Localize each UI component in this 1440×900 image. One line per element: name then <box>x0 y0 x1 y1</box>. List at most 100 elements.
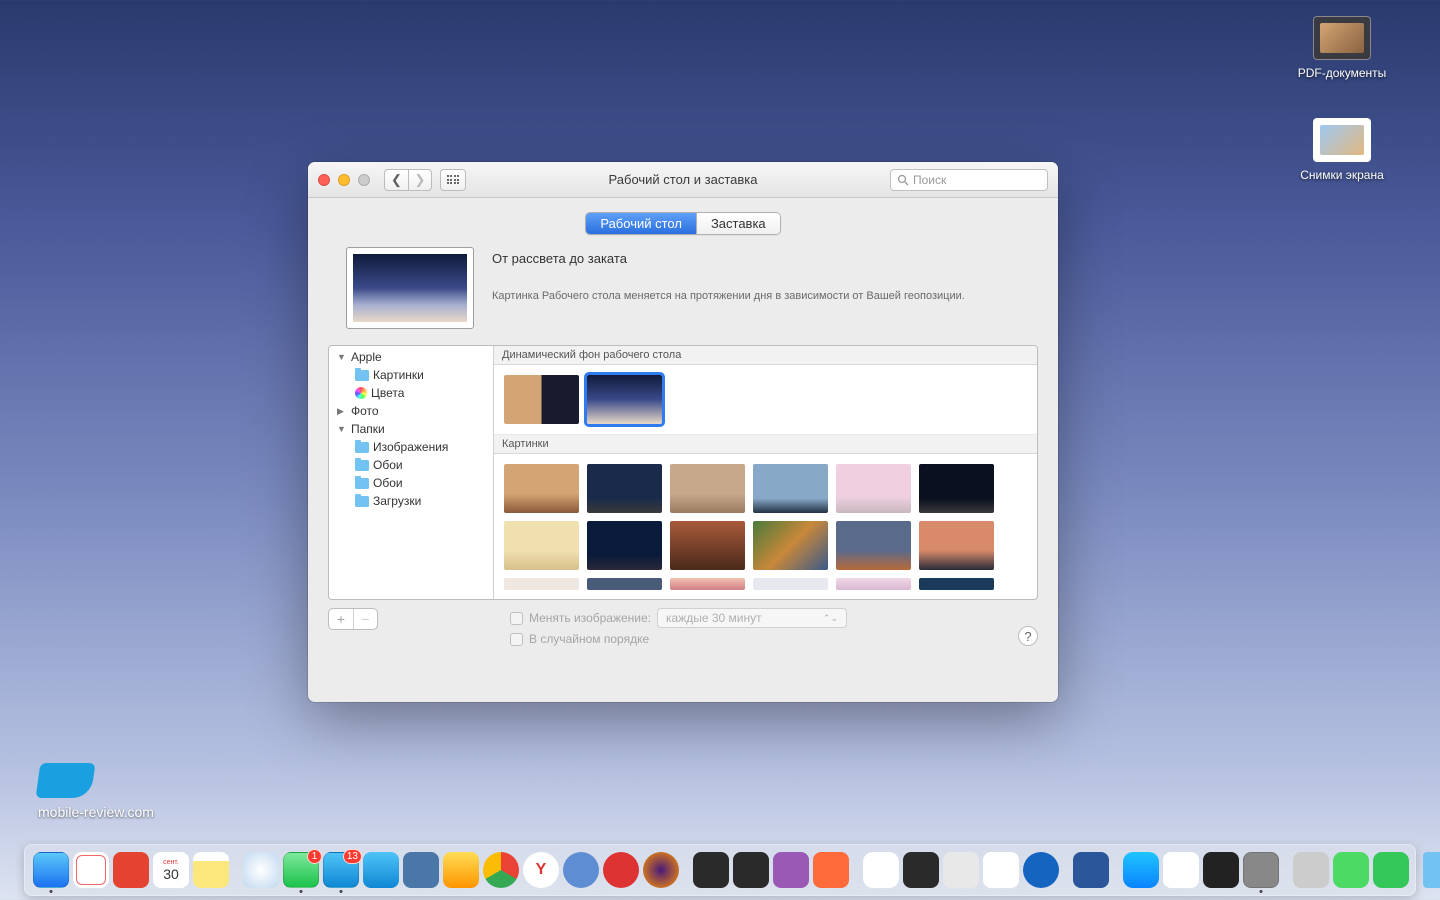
interval-dropdown[interactable]: каждые 30 минут ⌃⌄ <box>657 608 847 628</box>
wallpaper-thumb[interactable] <box>587 521 662 570</box>
wallpaper-thumb[interactable] <box>836 464 911 513</box>
source-sidebar: ▼Apple Картинки Цвета ▶Фото ▼Папки Изобр… <box>329 346 494 599</box>
chevron-updown-icon: ⌃⌄ <box>823 613 838 624</box>
dock-todoist[interactable] <box>113 852 149 888</box>
dock-app[interactable] <box>1023 852 1059 888</box>
dock-app[interactable] <box>443 852 479 888</box>
wallpaper-thumb[interactable] <box>504 578 579 590</box>
dock-calendar[interactable]: сент.30 <box>153 852 189 888</box>
dock-notes[interactable] <box>193 852 229 888</box>
dock-chrome[interactable] <box>483 852 519 888</box>
tab-segmented-control: Рабочий стол Заставка <box>585 212 780 235</box>
dock-xcode[interactable] <box>1163 852 1199 888</box>
dock-app[interactable] <box>1293 852 1329 888</box>
disclosure-triangle-icon: ▼ <box>337 424 347 434</box>
wallpaper-thumb[interactable] <box>753 521 828 570</box>
dock-messages[interactable]: 1 <box>283 852 319 888</box>
dock-terminal[interactable] <box>1203 852 1239 888</box>
dock-firefox[interactable] <box>643 852 679 888</box>
dock-facetime[interactable] <box>1373 852 1409 888</box>
dock-system-preferences[interactable] <box>1243 852 1279 888</box>
minimize-button[interactable] <box>338 174 350 186</box>
dock-app[interactable] <box>813 852 849 888</box>
wallpaper-thumb[interactable] <box>504 375 579 424</box>
grid-icon <box>447 175 460 184</box>
folder-icon <box>1313 16 1371 60</box>
dock: сент.30 1 13 Y <box>24 844 1416 896</box>
wallpaper-thumb[interactable] <box>836 521 911 570</box>
wallpaper-thumb[interactable] <box>670 464 745 513</box>
change-picture-checkbox[interactable] <box>510 612 523 625</box>
dock-app[interactable] <box>943 852 979 888</box>
sidebar-item-wallpapers[interactable]: Обои <box>329 474 493 492</box>
dock-app[interactable] <box>693 852 729 888</box>
dock-finder[interactable] <box>33 852 69 888</box>
forward-button[interactable]: ❯ <box>408 169 432 191</box>
tab-desktop[interactable]: Рабочий стол <box>586 213 696 234</box>
wallpaper-thumb[interactable] <box>919 521 994 570</box>
wallpaper-thumb[interactable] <box>753 464 828 513</box>
folder-icon <box>1313 118 1371 162</box>
sidebar-item-downloads[interactable]: Загрузки <box>329 492 493 510</box>
wallpaper-thumb[interactable] <box>753 578 828 590</box>
wallpaper-grid: Динамический фон рабочего стола Картинки <box>494 346 1037 599</box>
folder-icon <box>355 496 369 507</box>
sidebar-item-apple[interactable]: ▼Apple <box>329 348 493 366</box>
watermark: mobile-review.com <box>38 763 154 820</box>
titlebar: ❮ ❯ Рабочий стол и заставка Поиск <box>308 162 1058 198</box>
sidebar-item-photo[interactable]: ▶Фото <box>329 402 493 420</box>
dock-vk[interactable] <box>403 852 439 888</box>
dock-chromium[interactable] <box>563 852 599 888</box>
remove-folder-button[interactable]: − <box>353 609 377 629</box>
sidebar-item-pictures[interactable]: Картинки <box>329 366 493 384</box>
search-input[interactable]: Поиск <box>890 169 1048 191</box>
dock-itunes[interactable] <box>73 852 109 888</box>
dock-app[interactable] <box>1333 852 1369 888</box>
folder-add-remove: + − <box>328 608 378 630</box>
add-folder-button[interactable]: + <box>329 609 353 629</box>
dock-photos[interactable] <box>863 852 899 888</box>
sidebar-item-colors[interactable]: Цвета <box>329 384 493 402</box>
close-button[interactable] <box>318 174 330 186</box>
dock-word[interactable] <box>1073 852 1109 888</box>
wallpaper-thumb[interactable] <box>504 464 579 513</box>
dock-yandex[interactable]: Y <box>523 852 559 888</box>
dock-app[interactable] <box>733 852 769 888</box>
disclosure-triangle-icon: ▶ <box>337 406 347 417</box>
dock-downloads[interactable] <box>1423 852 1440 888</box>
sidebar-item-images[interactable]: Изображения <box>329 438 493 456</box>
random-order-checkbox[interactable] <box>510 633 523 646</box>
dock-app[interactable] <box>773 852 809 888</box>
wallpaper-thumb[interactable] <box>919 578 994 590</box>
wallpaper-thumb[interactable] <box>836 578 911 590</box>
dock-telegram-desktop[interactable] <box>363 852 399 888</box>
sidebar-item-folders[interactable]: ▼Папки <box>329 420 493 438</box>
dock-app[interactable] <box>903 852 939 888</box>
wallpaper-thumb[interactable] <box>670 521 745 570</box>
preferences-window: ❮ ❯ Рабочий стол и заставка Поиск Рабочи… <box>308 162 1058 702</box>
dock-telegram[interactable]: 13 <box>323 852 359 888</box>
tab-screensaver[interactable]: Заставка <box>696 213 780 234</box>
folder-icon <box>355 370 369 381</box>
zoom-button[interactable] <box>358 174 370 186</box>
wallpaper-thumb[interactable] <box>919 464 994 513</box>
wallpaper-thumb[interactable] <box>587 375 662 424</box>
wallpaper-thumb[interactable] <box>670 578 745 590</box>
dock-vlc[interactable] <box>983 852 1019 888</box>
folder-icon <box>355 442 369 453</box>
desktop-icon-screenshots[interactable]: Снимки экрана <box>1292 118 1392 182</box>
disclosure-triangle-icon: ▼ <box>337 352 347 362</box>
section-dynamic: Динамический фон рабочего стола <box>494 346 1037 365</box>
back-button[interactable]: ❮ <box>384 169 408 191</box>
wallpaper-thumb[interactable] <box>587 464 662 513</box>
wallpaper-thumb[interactable] <box>587 578 662 590</box>
desktop-icon-pdf[interactable]: PDF-документы <box>1292 16 1392 80</box>
desktop-icon-label: Снимки экрана <box>1292 168 1392 182</box>
show-all-button[interactable] <box>440 169 466 191</box>
dock-appstore[interactable] <box>1123 852 1159 888</box>
dock-opera[interactable] <box>603 852 639 888</box>
dock-safari[interactable] <box>243 852 279 888</box>
sidebar-item-wallpapers[interactable]: Обои <box>329 456 493 474</box>
help-button[interactable]: ? <box>1018 626 1038 646</box>
wallpaper-thumb[interactable] <box>504 521 579 570</box>
